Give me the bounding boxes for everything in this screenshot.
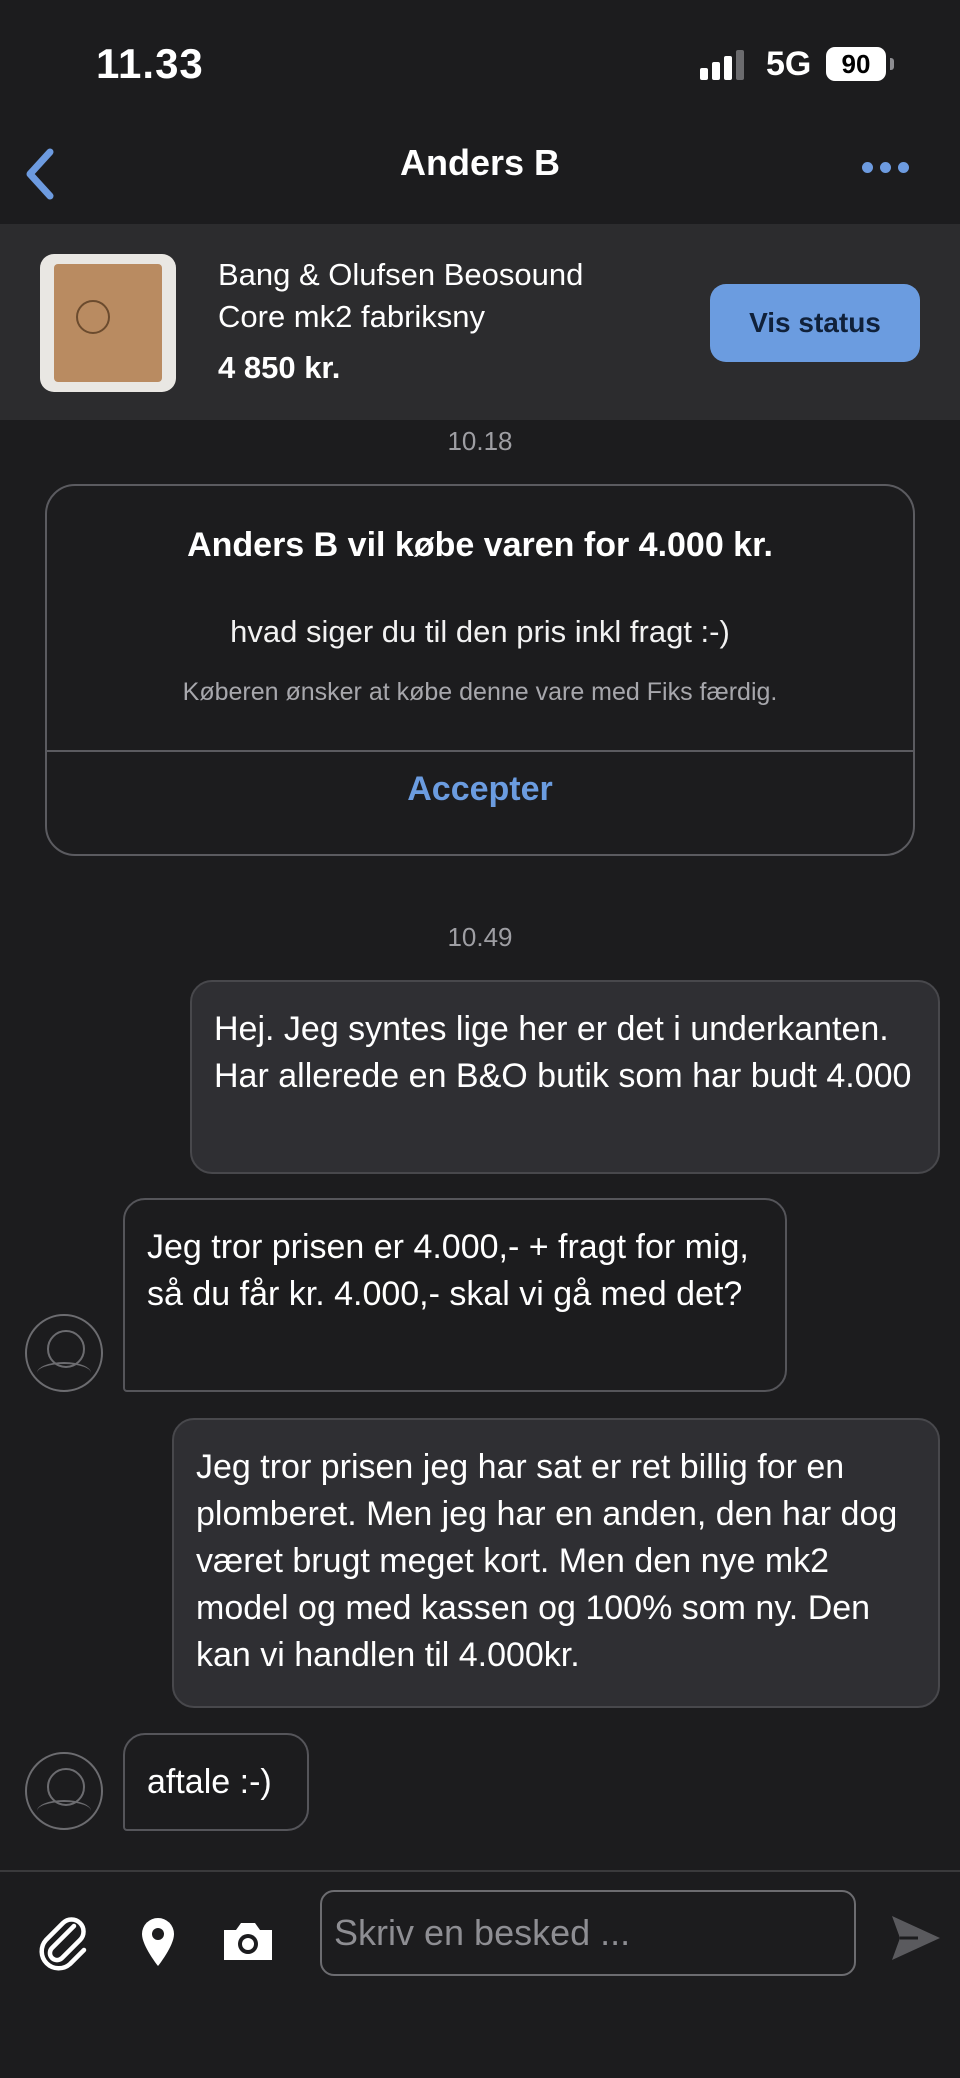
- accept-offer-button[interactable]: Accepter: [47, 770, 913, 809]
- send-icon[interactable]: [888, 1910, 944, 1966]
- timestamp: 10.18: [447, 426, 513, 456]
- message-bubble-outgoing: Hej. Jeg syntes lige her er det i underk…: [190, 980, 940, 1174]
- vis-status-button[interactable]: Vis status: [710, 284, 920, 362]
- composer-bar: [0, 1870, 960, 2078]
- offer-title: Anders B vil købe varen for 4.000 kr.: [187, 526, 773, 564]
- message-bubble-incoming: aftale :-): [123, 1733, 309, 1831]
- battery-tip: [890, 58, 894, 70]
- more-horizontal-icon[interactable]: [862, 162, 910, 176]
- offer-message: hvad siger du til den pris inkl fragt :-…: [230, 614, 730, 649]
- camera-icon[interactable]: [218, 1912, 278, 1972]
- product-price: 4 850 kr.: [218, 350, 341, 385]
- paperclip-icon[interactable]: [34, 1912, 94, 1972]
- product-thumbnail[interactable]: [40, 254, 176, 392]
- signal-icon: [700, 50, 748, 80]
- conversation-title: Anders B: [399, 142, 561, 183]
- status-time: 11.33: [96, 40, 204, 87]
- avatar[interactable]: [25, 1314, 103, 1392]
- divider: [47, 750, 913, 752]
- message-input[interactable]: [320, 1890, 856, 1976]
- offer-note: Køberen ønsker at købe denne vare med Fi…: [182, 678, 778, 706]
- nav-bar: Anders B: [0, 130, 960, 224]
- network-label: 5G: [766, 45, 812, 83]
- product-title: Bang & Olufsen Beosound Core mk2 fabriks…: [218, 257, 584, 334]
- location-pin-icon[interactable]: [128, 1912, 188, 1972]
- message-bubble-incoming: Jeg tror prisen er 4.000,- + fragt for m…: [123, 1198, 787, 1392]
- message-bubble-outgoing: Jeg tror prisen jeg har sat er ret billi…: [172, 1418, 940, 1708]
- status-bar: 11.33 5G 90: [0, 0, 960, 130]
- product-banner[interactable]: Bang & Olufsen Beosound Core mk2 fabriks…: [0, 224, 960, 420]
- timestamp: 10.49: [447, 922, 513, 952]
- offer-card: Anders B vil købe varen for 4.000 kr. hv…: [45, 484, 915, 856]
- avatar[interactable]: [25, 1752, 103, 1830]
- battery-icon: 90: [826, 47, 886, 81]
